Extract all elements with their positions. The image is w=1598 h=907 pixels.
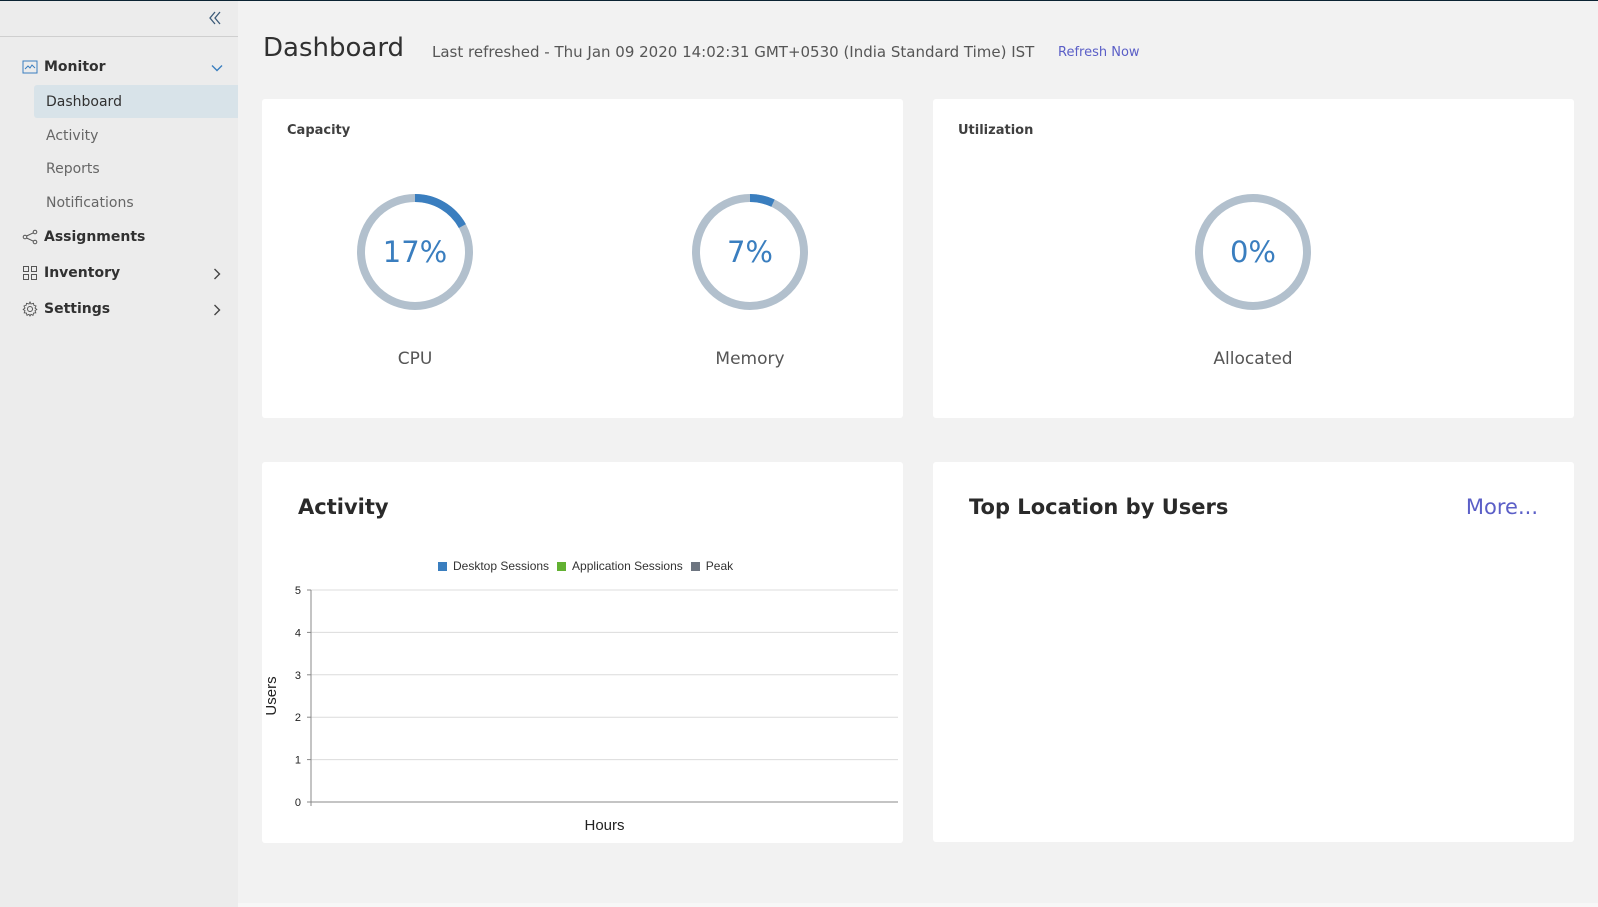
y-tick-label: 1 bbox=[295, 755, 301, 767]
sidebar-group-assignments[interactable]: Assignments bbox=[0, 222, 238, 252]
sidebar-item-notifications[interactable]: Notifications bbox=[34, 186, 238, 219]
memory-gauge: 7% bbox=[690, 192, 810, 312]
y-tick-label: 4 bbox=[295, 627, 301, 639]
y-tick-label: 2 bbox=[295, 712, 301, 724]
gauge-value: 17% bbox=[382, 235, 448, 269]
utilization-title: Utilization bbox=[958, 123, 1034, 138]
allocated-gauge: 0% bbox=[1193, 192, 1313, 312]
gauge-label: CPU bbox=[397, 349, 433, 369]
capacity-card: Capacity 17% CPU 7% Memory bbox=[262, 99, 903, 418]
chart-legend: Desktop Sessions Application Sessions Pe… bbox=[438, 559, 741, 573]
gauge-value: 7% bbox=[726, 235, 773, 269]
grid-icon bbox=[22, 265, 38, 281]
legend-swatch bbox=[557, 561, 567, 571]
share-nodes-icon bbox=[22, 229, 38, 245]
sidebar-group-monitor[interactable]: Monitor bbox=[0, 52, 238, 82]
y-tick-label: 5 bbox=[295, 585, 301, 597]
sidebar-group-label: Monitor bbox=[44, 59, 106, 75]
sidebar-group-label: Assignments bbox=[44, 229, 146, 245]
refresh-now-link[interactable]: Refresh Now bbox=[1058, 45, 1140, 60]
bottom-strip bbox=[238, 903, 1598, 907]
page-title: Dashboard bbox=[263, 33, 405, 63]
legend-label: Peak bbox=[705, 559, 734, 573]
sidebar-item-activity[interactable]: Activity bbox=[34, 119, 238, 152]
utilization-card: Utilization 0% Allocated bbox=[933, 99, 1574, 418]
top-border bbox=[0, 0, 1598, 1]
chevron-right-icon[interactable] bbox=[210, 266, 224, 280]
legend-entry-application-sessions[interactable]: Application Sessions bbox=[557, 559, 683, 573]
y-axis-label: Users bbox=[263, 676, 280, 715]
top-location-title: Top Location by Users bbox=[969, 495, 1229, 519]
legend-entry-peak[interactable]: Peak bbox=[690, 559, 734, 573]
gauge-label: Allocated bbox=[1213, 349, 1293, 369]
capacity-title: Capacity bbox=[287, 123, 351, 138]
activity-chart: 0 1 2 3 4 5 Hours Users bbox=[263, 585, 898, 834]
last-refreshed-text: Last refreshed - Thu Jan 09 2020 14:02:3… bbox=[432, 43, 1035, 61]
sidebar-item-reports[interactable]: Reports bbox=[34, 152, 238, 185]
gauge-label: Memory bbox=[715, 349, 785, 369]
legend-label: Desktop Sessions bbox=[453, 559, 550, 573]
sidebar-group-label: Settings bbox=[44, 301, 111, 317]
more-link[interactable]: More... bbox=[1466, 495, 1538, 519]
y-tick-label: 3 bbox=[295, 670, 301, 682]
chevron-right-icon[interactable] bbox=[210, 302, 224, 316]
top-location-card: Top Location by Users More... bbox=[933, 462, 1574, 842]
monitor-chart-icon bbox=[22, 59, 38, 75]
sidebar-group-settings[interactable]: Settings bbox=[0, 294, 238, 324]
chevron-down-icon[interactable] bbox=[210, 60, 224, 74]
x-axis-label: Hours bbox=[584, 817, 624, 834]
gear-icon bbox=[22, 300, 38, 317]
sidebar-item-dashboard[interactable]: Dashboard bbox=[34, 85, 238, 118]
legend-entry-desktop-sessions[interactable]: Desktop Sessions bbox=[438, 559, 549, 573]
sidebar-collapse-row bbox=[0, 1, 238, 37]
legend-swatch bbox=[438, 561, 447, 571]
legend-swatch bbox=[690, 561, 700, 571]
sidebar-group-inventory[interactable]: Inventory bbox=[0, 258, 238, 288]
double-chevron-left-icon[interactable] bbox=[206, 9, 224, 27]
sidebar: Monitor Dashboard Activity Reports Notif… bbox=[0, 1, 238, 907]
sidebar-group-label: Inventory bbox=[44, 265, 121, 281]
cpu-gauge: 17% bbox=[355, 192, 475, 312]
legend-label: Application Sessions bbox=[572, 559, 683, 573]
gauge-value: 0% bbox=[1229, 235, 1276, 269]
y-tick-label: 0 bbox=[295, 797, 301, 809]
